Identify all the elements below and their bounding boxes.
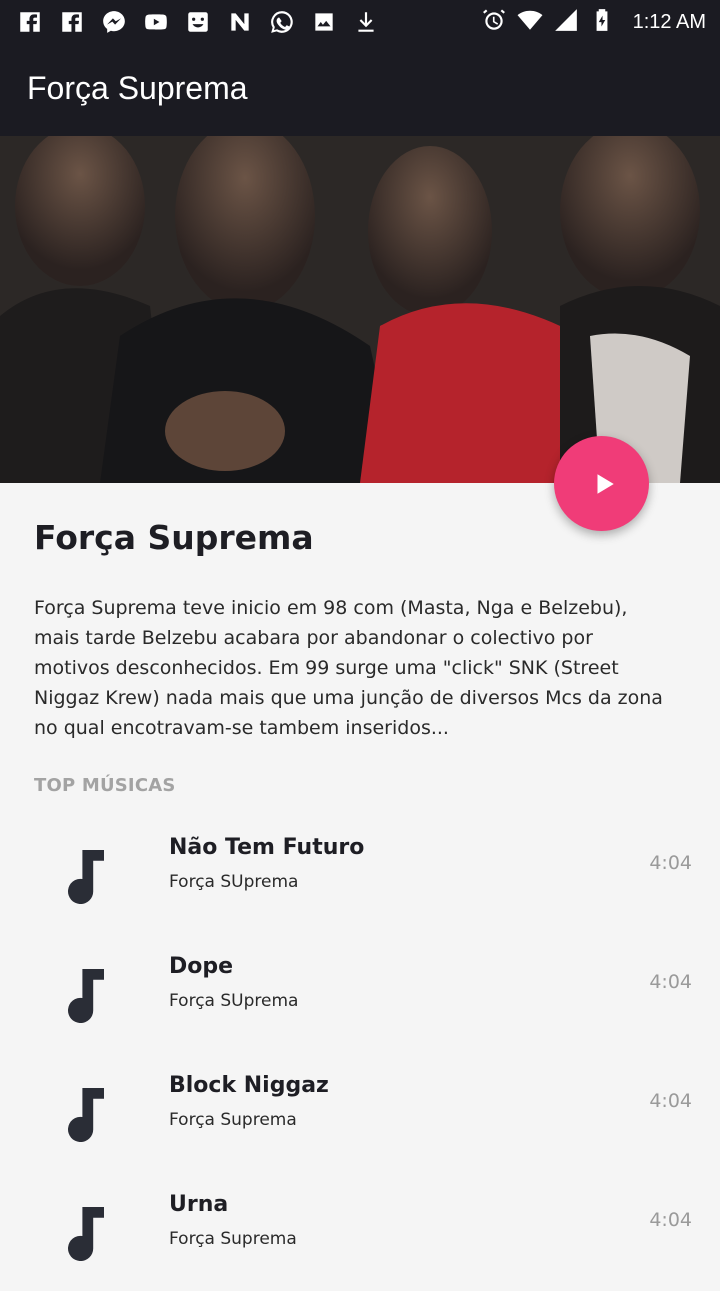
- facebook-icon: [58, 8, 86, 36]
- track-item[interactable]: Dope Força SUprema 4:04: [0, 934, 720, 1053]
- artist-cover-image: [0, 136, 720, 483]
- artist-name: Força Suprema: [34, 518, 314, 557]
- play-icon: [597, 473, 614, 494]
- track-artist: Força Suprema: [169, 1110, 297, 1130]
- music-note-icon: [64, 969, 108, 1024]
- app-icon: [184, 8, 212, 36]
- track-artist: Força Suprema: [169, 1229, 297, 1249]
- track-item[interactable]: Urna Força Suprema 4:04: [0, 1172, 720, 1291]
- image-icon: [310, 8, 338, 36]
- track-duration: 4:04: [649, 852, 692, 874]
- music-note-icon: [64, 1088, 108, 1143]
- system-icons: 1:12 AM: [481, 6, 706, 38]
- track-duration: 4:04: [649, 1090, 692, 1112]
- clock: 1:12 AM: [632, 10, 706, 33]
- track-artist: Força SUprema: [169, 872, 299, 892]
- track-title: Urna: [169, 1192, 229, 1217]
- track-title: Block Niggaz: [169, 1073, 329, 1098]
- track-title: Não Tem Futuro: [169, 835, 365, 860]
- track-artist: Força SUprema: [169, 991, 299, 1011]
- app-bar-title: Força Suprema: [27, 70, 248, 106]
- app-bar: Força Suprema: [0, 44, 720, 136]
- notification-icons: [16, 6, 380, 38]
- alarm-icon: [481, 7, 507, 37]
- track-item[interactable]: Não Tem Futuro Força SUprema 4:04: [0, 815, 720, 934]
- n-icon: [226, 8, 254, 36]
- music-note-icon: [64, 1207, 108, 1262]
- track-title: Dope: [169, 954, 234, 979]
- track-duration: 4:04: [649, 1209, 692, 1231]
- music-note-icon: [64, 850, 108, 905]
- facebook-icon: [16, 8, 44, 36]
- youtube-icon: [142, 8, 170, 36]
- play-button[interactable]: [554, 436, 649, 531]
- track-duration: 4:04: [649, 971, 692, 993]
- artist-bio: Força Suprema teve inicio em 98 com (Mas…: [34, 597, 663, 739]
- battery-charging-icon: [589, 7, 615, 37]
- section-label: TOP MÚSICAS: [34, 775, 176, 796]
- whatsapp-icon: [268, 8, 296, 36]
- messenger-icon: [100, 8, 128, 36]
- status-bar: 1:12 AM: [0, 0, 720, 44]
- track-item[interactable]: Block Niggaz Força Suprema 4:04: [0, 1053, 720, 1172]
- track-list: Não Tem Futuro Força SUprema 4:04 Dope F…: [0, 815, 720, 1291]
- signal-icon: [553, 7, 579, 37]
- download-icon: [352, 8, 380, 36]
- wifi-icon: [517, 7, 543, 37]
